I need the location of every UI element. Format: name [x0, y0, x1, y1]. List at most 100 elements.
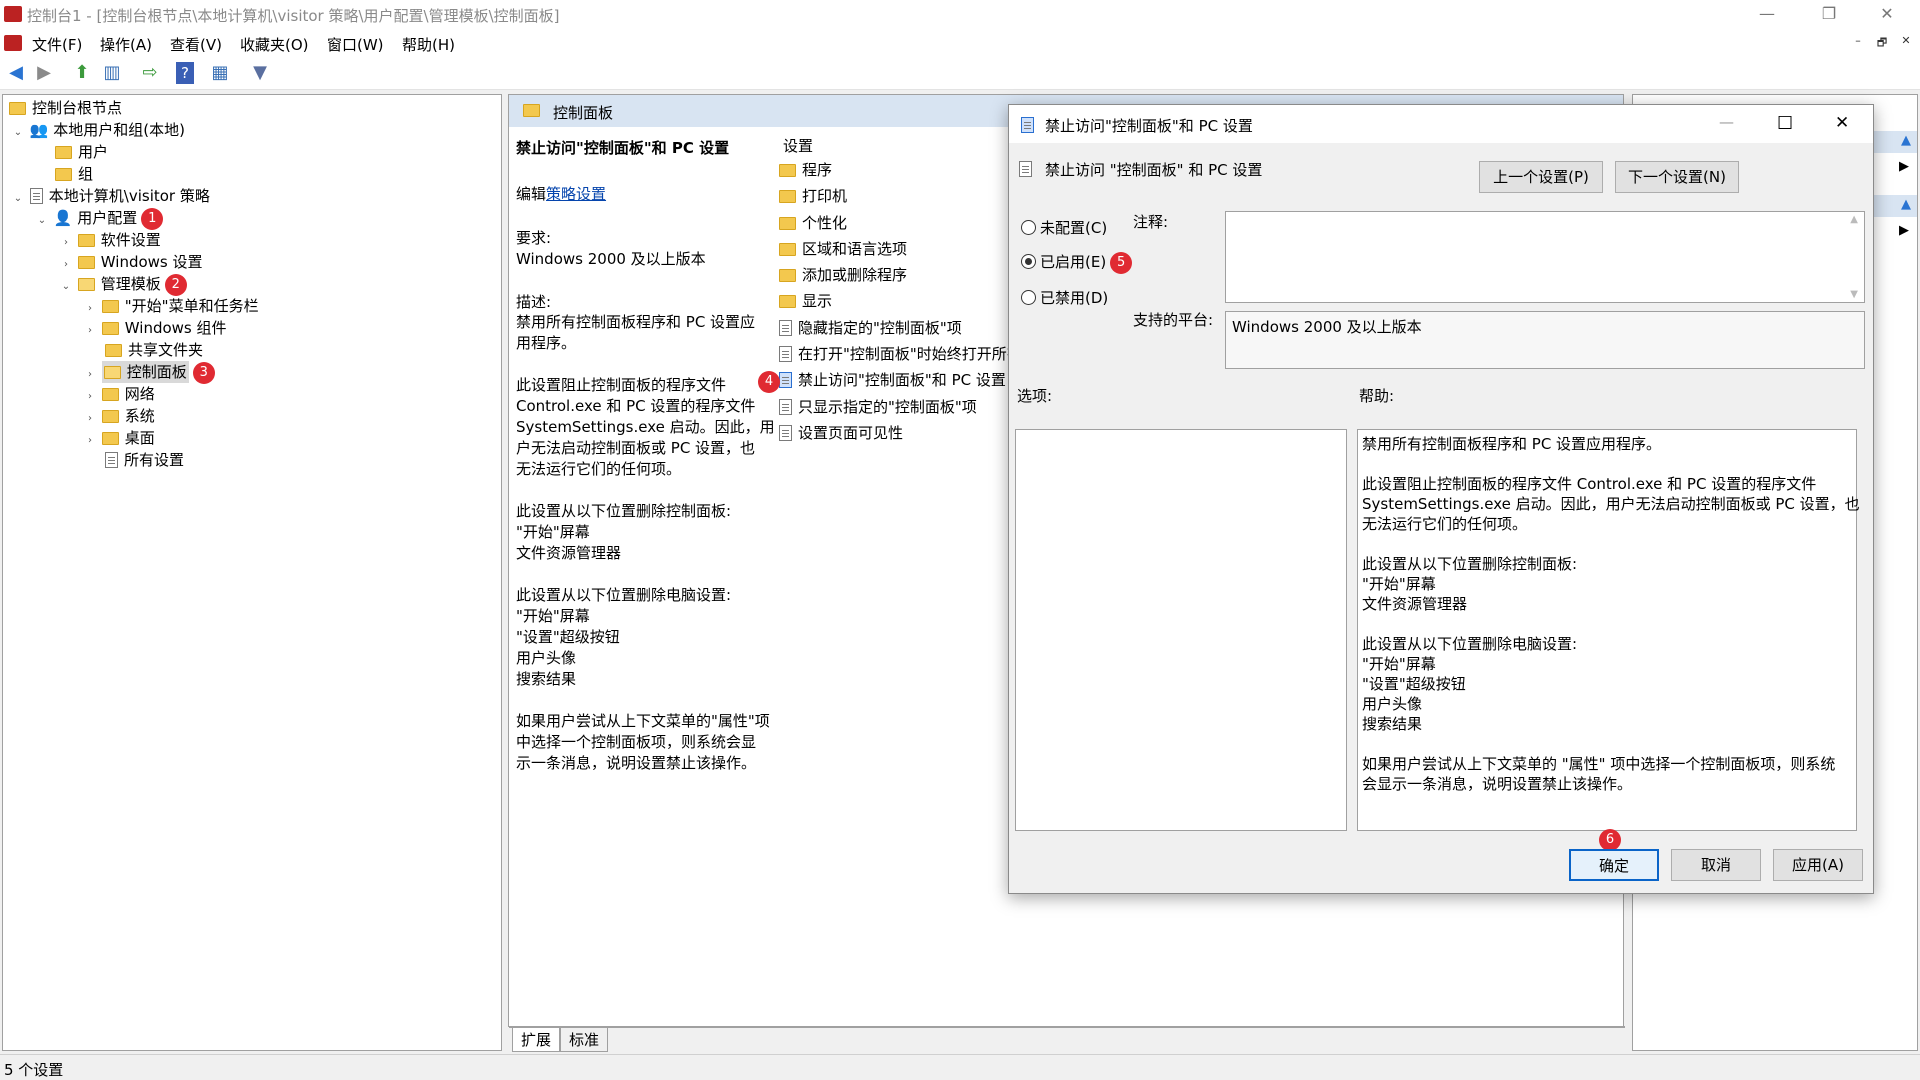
menu-view[interactable]: 查看(V)	[170, 34, 222, 55]
tree-control-panel[interactable]: › 控制面板 3	[83, 361, 215, 384]
tree-pane: 控制台根节点 ⌄ 👥 本地用户和组(本地) 用户 组 ⌄ 本地计算机\visit…	[2, 94, 502, 1051]
user-config-icon: 👤	[53, 209, 73, 227]
setting-policy-row[interactable]: 在打开"控制面板"时始终打开所有	[779, 341, 1022, 367]
setting-folder-row[interactable]: 打印机	[779, 183, 1019, 209]
collapse-up-icon[interactable]: ▲	[1901, 133, 1911, 148]
show-hide-tree-icon[interactable]: ▥	[100, 62, 124, 84]
setting-folder-row[interactable]: 区域和语言选项	[779, 236, 1019, 262]
setting-policy-row[interactable]: 隐藏指定的"控制面板"项	[779, 315, 1019, 341]
mdi-minimize-button[interactable]: –	[1848, 34, 1868, 52]
tree-system[interactable]: › 系统	[83, 405, 155, 427]
help-line: 禁用所有控制面板程序和 PC 设置应用程序。	[1362, 435, 1662, 453]
setting-folder-row[interactable]: 个性化	[779, 210, 1019, 236]
tree-start-menu[interactable]: › "开始"菜单和任务栏	[83, 295, 259, 317]
console-window-icon[interactable]	[4, 35, 22, 51]
menu-window[interactable]: 窗口(W)	[327, 34, 384, 55]
tree-network[interactable]: › 网络	[83, 383, 155, 405]
previous-setting-button[interactable]: 上一个设置(P)	[1479, 161, 1603, 193]
more-actions-arrow-icon[interactable]: ▶	[1899, 159, 1909, 174]
enabled-option[interactable]: 已启用(E) 5	[1021, 251, 1133, 274]
policy-settings-link[interactable]: 策略设置	[546, 185, 606, 203]
tree-groups[interactable]: 组	[55, 163, 93, 185]
cancel-button[interactable]: 取消	[1671, 849, 1761, 881]
radio-button[interactable]	[1021, 220, 1036, 235]
radio-button[interactable]	[1021, 290, 1036, 305]
not-configured-option[interactable]: 未配置(C)	[1021, 217, 1107, 238]
export-list-icon[interactable]: ⇨	[138, 62, 162, 84]
filter-icon[interactable]: ▼	[248, 62, 272, 84]
help-line: SystemSettings.exe 启动。因此，用户无法启动控制面板或 PC …	[1362, 495, 1860, 513]
help-line: 文件资源管理器	[1362, 595, 1468, 613]
supported-platform-value: Windows 2000 及以上版本	[1232, 318, 1422, 336]
tabs-divider	[509, 1026, 1625, 1028]
disabled-option[interactable]: 已禁用(D)	[1021, 287, 1108, 308]
help-line: "设置"超级按钮	[1362, 675, 1466, 693]
chevron-down-icon[interactable]: ⌄	[11, 188, 25, 210]
menu-help[interactable]: 帮助(H)	[402, 34, 455, 55]
setting-folder-row[interactable]: 程序	[779, 157, 1019, 183]
menu-file[interactable]: 文件(F)	[32, 34, 82, 55]
mdi-restore-button[interactable]: 🗗	[1872, 34, 1892, 52]
tree-user-config[interactable]: ⌄ 👤 用户配置 1	[35, 207, 164, 232]
tree-all-settings[interactable]: 所有设置	[105, 449, 184, 471]
setting-policy-row[interactable]: 设置页面可见性	[779, 420, 1019, 446]
tree-windows-settings[interactable]: › Windows 设置	[59, 251, 203, 273]
console-icon[interactable]: ▦	[208, 62, 232, 84]
help-line: 如果用户尝试从上下文菜单的 "属性" 项中选择一个控制面板项，则系统	[1362, 755, 1836, 773]
tree-local-policy[interactable]: ⌄ 本地计算机\visitor 策略	[11, 185, 210, 207]
forward-arrow-icon[interactable]: ▶	[32, 62, 56, 84]
help-icon[interactable]: ?	[176, 62, 194, 84]
help-line	[1362, 534, 1860, 554]
step-badge-6-wrap: 6	[1595, 829, 1621, 851]
menu-action[interactable]: 操作(A)	[100, 34, 152, 55]
tab-standard[interactable]: 标准	[560, 1028, 609, 1052]
dialog-maximize-button[interactable]: ☐	[1777, 113, 1793, 134]
back-arrow-icon[interactable]: ◀	[4, 62, 28, 84]
edit-policy-line: 编辑策略设置	[516, 185, 607, 203]
tree-software-settings[interactable]: › 软件设置	[59, 229, 161, 251]
close-button[interactable]: ✕	[1864, 0, 1910, 30]
setting-folder-row[interactable]: 显示	[779, 288, 1019, 314]
tab-extended[interactable]: 扩展	[512, 1028, 561, 1052]
chevron-down-icon[interactable]: ⌄	[59, 276, 73, 298]
chevron-down-icon[interactable]: ⌄	[11, 122, 25, 144]
tree-desktop[interactable]: › 桌面	[83, 427, 155, 449]
description-line	[516, 564, 775, 585]
up-folder-icon[interactable]: ⬆	[70, 62, 94, 84]
tree-windows-components[interactable]: › Windows 组件	[83, 317, 227, 339]
comment-label: 注释:	[1133, 213, 1169, 231]
tree-local-users[interactable]: ⌄ 👥 本地用户和组(本地)	[11, 119, 185, 141]
setting-folder-row[interactable]: 添加或删除程序	[779, 262, 1019, 288]
tree-users[interactable]: 用户	[55, 141, 108, 163]
extended-description: 禁止访问"控制面板"和 PC 设置 编辑策略设置 要求: Windows 200…	[509, 127, 775, 1027]
menu-favorites[interactable]: 收藏夹(O)	[240, 34, 309, 55]
mdi-close-button[interactable]: ✕	[1896, 34, 1916, 52]
setting-policy-row[interactable]: 只显示指定的"控制面板"项	[779, 394, 1019, 420]
title-bar: 控制台1 - [控制台根节点\本地计算机\visitor 策略\用户配置\管理模…	[0, 0, 1920, 30]
tree-shared-folders[interactable]: 共享文件夹	[105, 339, 203, 361]
policy-icon	[29, 188, 43, 204]
mmc-app-icon[interactable]	[4, 6, 22, 22]
setting-policy-row[interactable]: 禁止访问"控制面板"和 PC 设置	[779, 367, 1019, 393]
chevron-down-icon[interactable]: ⌄	[35, 210, 49, 232]
dialog-minimize-button[interactable]: —	[1719, 113, 1734, 131]
dialog-title: 禁止访问"控制面板"和 PC 设置	[1045, 117, 1253, 135]
status-text: 5 个设置	[4, 1061, 64, 1079]
tree-admin-templates[interactable]: ⌄ 管理模板 2	[59, 273, 187, 298]
comment-textbox[interactable]: ▲ ▼	[1225, 211, 1865, 303]
collapse-up-icon[interactable]: ▲	[1901, 197, 1911, 212]
scroll-up-icon[interactable]: ▲	[1850, 214, 1858, 225]
more-actions-arrow-icon[interactable]: ▶	[1899, 223, 1909, 238]
restore-button[interactable]: ❐	[1806, 0, 1852, 30]
chevron-right-icon[interactable]: ›	[83, 430, 97, 452]
settings-column-header[interactable]: 设置	[783, 135, 813, 156]
minimize-button[interactable]: —	[1744, 0, 1790, 30]
radio-button-selected[interactable]	[1021, 254, 1036, 269]
tree-root[interactable]: 控制台根节点	[9, 97, 122, 119]
apply-button[interactable]: 应用(A)	[1773, 849, 1863, 881]
chevron-right-icon[interactable]: ›	[83, 320, 97, 342]
scroll-down-icon[interactable]: ▼	[1850, 289, 1858, 300]
dialog-close-button[interactable]: ✕	[1835, 113, 1849, 133]
next-setting-button[interactable]: 下一个设置(N)	[1615, 161, 1739, 193]
ok-button[interactable]: 确定	[1569, 849, 1659, 881]
